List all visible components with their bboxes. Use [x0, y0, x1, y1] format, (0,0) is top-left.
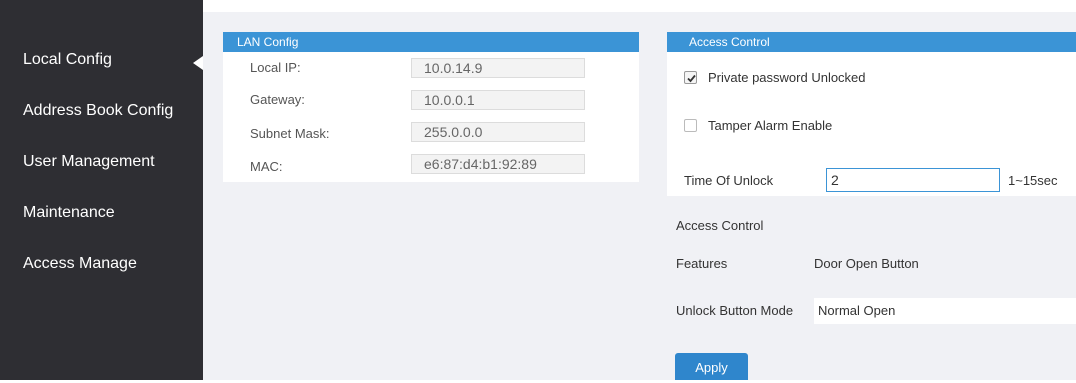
gateway-label: Gateway:	[250, 92, 305, 107]
lan-config-header: LAN Config	[223, 32, 639, 52]
mac-label: MAC:	[250, 159, 283, 174]
subnet-mask-label: Subnet Mask:	[250, 126, 330, 141]
active-caret-icon	[193, 56, 203, 70]
sidebar-item-user-management[interactable]: User Management	[23, 153, 155, 171]
access-control-header: Access Control	[667, 32, 1076, 52]
sidebar-item-maintenance[interactable]: Maintenance	[23, 204, 115, 222]
sidebar: Local Config Address Book Config User Ma…	[0, 0, 203, 380]
tamper-alarm-checkbox[interactable]	[684, 119, 697, 132]
top-strip	[203, 0, 1076, 12]
subnet-mask-field: 255.0.0.0	[411, 122, 585, 142]
private-password-label: Private password Unlocked	[708, 70, 866, 85]
mac-field: e6:87:d4:b1:92:89	[411, 154, 585, 174]
access-control-section-label: Access Control	[676, 218, 764, 233]
apply-button[interactable]: Apply	[675, 353, 748, 380]
sidebar-item-access-manage[interactable]: Access Manage	[23, 255, 137, 273]
lan-config-panel: LAN Config Local IP: 10.0.14.9 Gateway: …	[223, 32, 639, 182]
sidebar-item-address-book-config[interactable]: Address Book Config	[23, 102, 173, 120]
checkmark-icon	[687, 74, 696, 83]
gateway-field: 10.0.0.1	[411, 90, 585, 110]
tamper-alarm-label: Tamper Alarm Enable	[708, 118, 833, 133]
time-of-unlock-label: Time Of Unlock	[684, 173, 774, 188]
features-value: Door Open Button	[814, 256, 919, 271]
unlock-button-mode-label: Unlock Button Mode	[676, 303, 794, 318]
local-ip-field: 10.0.14.9	[411, 58, 585, 78]
time-of-unlock-input[interactable]	[826, 168, 1000, 192]
features-label: Features	[676, 256, 728, 271]
local-ip-label: Local IP:	[250, 60, 301, 75]
unlock-button-mode-select[interactable]: Normal Open	[814, 298, 1076, 324]
time-range-hint: 1~15sec	[1008, 173, 1058, 188]
private-password-checkbox[interactable]	[684, 71, 697, 84]
sidebar-item-local-config[interactable]: Local Config	[23, 51, 112, 69]
